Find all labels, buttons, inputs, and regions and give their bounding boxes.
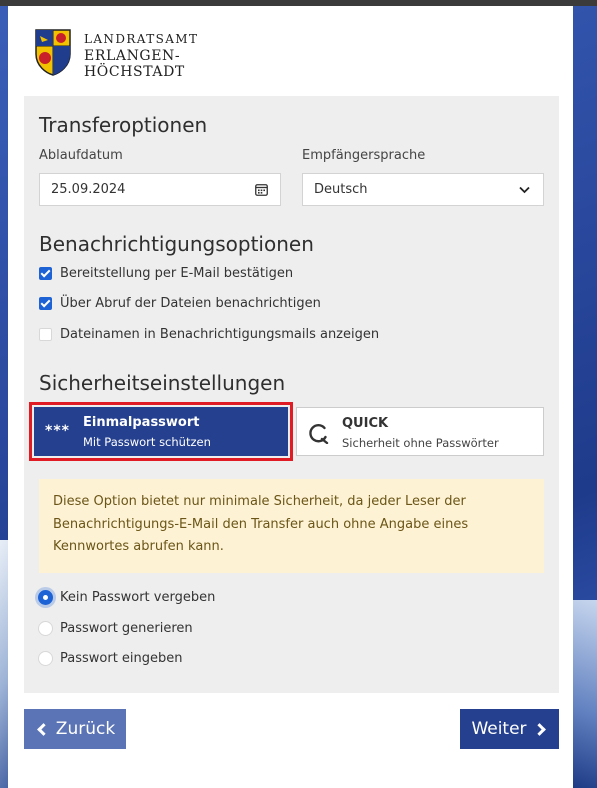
radio-label: Passwort eingeben bbox=[60, 650, 183, 666]
chevron-right-icon bbox=[532, 722, 546, 736]
radio-no-password[interactable]: Kein Passwort vergeben bbox=[38, 588, 215, 606]
onetime-password-subtitle: Mit Passwort schützen bbox=[83, 435, 211, 449]
quick-title: QUICK bbox=[342, 416, 389, 431]
calendar-icon[interactable] bbox=[255, 183, 268, 196]
logo-text: LANDRATSAMT ERLANGEN-HÖCHSTADT bbox=[84, 32, 274, 80]
expiry-date-field[interactable]: 25.09.2024 bbox=[39, 173, 281, 206]
notification-options-heading: Benachrichtigungsoptionen bbox=[39, 232, 314, 256]
password-stars-icon: *** bbox=[45, 423, 70, 439]
quick-subtitle: Sicherheit ohne Passwörter bbox=[342, 436, 499, 450]
background-image-right bbox=[571, 600, 597, 788]
checkbox-show-filenames[interactable] bbox=[39, 327, 52, 341]
coat-of-arms-icon bbox=[35, 29, 71, 76]
radio-enter-password[interactable]: Passwort eingeben bbox=[38, 649, 183, 667]
checkbox-notify-download[interactable] bbox=[39, 296, 52, 310]
back-button-label: Zurück bbox=[55, 719, 116, 739]
expiry-date-value: 25.09.2024 bbox=[51, 182, 126, 197]
transfer-options-heading: Transferoptionen bbox=[39, 113, 208, 137]
logo-line-1: LANDRATSAMT bbox=[84, 32, 199, 46]
back-button[interactable]: Zurück bbox=[24, 709, 126, 749]
radio-button[interactable] bbox=[38, 650, 53, 666]
radio-label: Kein Passwort vergeben bbox=[60, 589, 216, 605]
onetime-password-title: Einmalpasswort bbox=[83, 415, 200, 430]
quick-refresh-icon bbox=[309, 424, 329, 444]
checkbox-confirm-email[interactable] bbox=[39, 266, 52, 280]
notify-download-option[interactable]: Über Abruf der Dateien benachrichtigen bbox=[39, 294, 321, 312]
radio-button[interactable] bbox=[38, 589, 53, 605]
next-button-label: Weiter bbox=[471, 719, 527, 739]
onetime-password-option[interactable]: *** Einmalpasswort Mit Passwort schützen bbox=[29, 402, 293, 461]
security-settings-heading: Sicherheitseinstellungen bbox=[39, 371, 286, 395]
chevron-down-icon bbox=[519, 186, 530, 194]
logo-line-2: ERLANGEN-HÖCHSTADT bbox=[84, 48, 185, 80]
expiry-date-label: Ablaufdatum bbox=[39, 148, 123, 163]
checkbox-label: Über Abruf der Dateien benachrichtigen bbox=[60, 295, 321, 311]
checkbox-label: Bereitstellung per E-Mail bestätigen bbox=[60, 265, 294, 281]
checkbox-label: Dateinamen in Benachrichtigungsmails anz… bbox=[60, 326, 380, 342]
chevron-left-icon bbox=[36, 722, 50, 736]
next-button[interactable]: Weiter bbox=[460, 709, 559, 749]
radio-label: Passwort generieren bbox=[60, 620, 193, 636]
show-filenames-option[interactable]: Dateinamen in Benachrichtigungsmails anz… bbox=[39, 325, 379, 343]
recipient-language-value: Deutsch bbox=[314, 182, 368, 197]
radio-button[interactable] bbox=[38, 620, 53, 636]
quick-option[interactable]: QUICK Sicherheit ohne Passwörter bbox=[296, 407, 544, 456]
notify-confirm-email-option[interactable]: Bereitstellung per E-Mail bestätigen bbox=[39, 264, 293, 282]
security-warning-box: Diese Option bietet nur minimale Sicherh… bbox=[39, 479, 544, 573]
settings-card: Transferoptionen Ablaufdatum 25.09.2024 … bbox=[24, 96, 559, 693]
security-warning-text: Diese Option bietet nur minimale Sicherh… bbox=[53, 494, 469, 554]
logo: LANDRATSAMT ERLANGEN-HÖCHSTADT bbox=[34, 28, 274, 82]
main-panel: LANDRATSAMT ERLANGEN-HÖCHSTADT Transfero… bbox=[8, 6, 573, 788]
recipient-language-label: Empfängersprache bbox=[302, 148, 426, 163]
radio-generate-password[interactable]: Passwort generieren bbox=[38, 619, 193, 637]
recipient-language-select[interactable]: Deutsch bbox=[302, 173, 544, 206]
